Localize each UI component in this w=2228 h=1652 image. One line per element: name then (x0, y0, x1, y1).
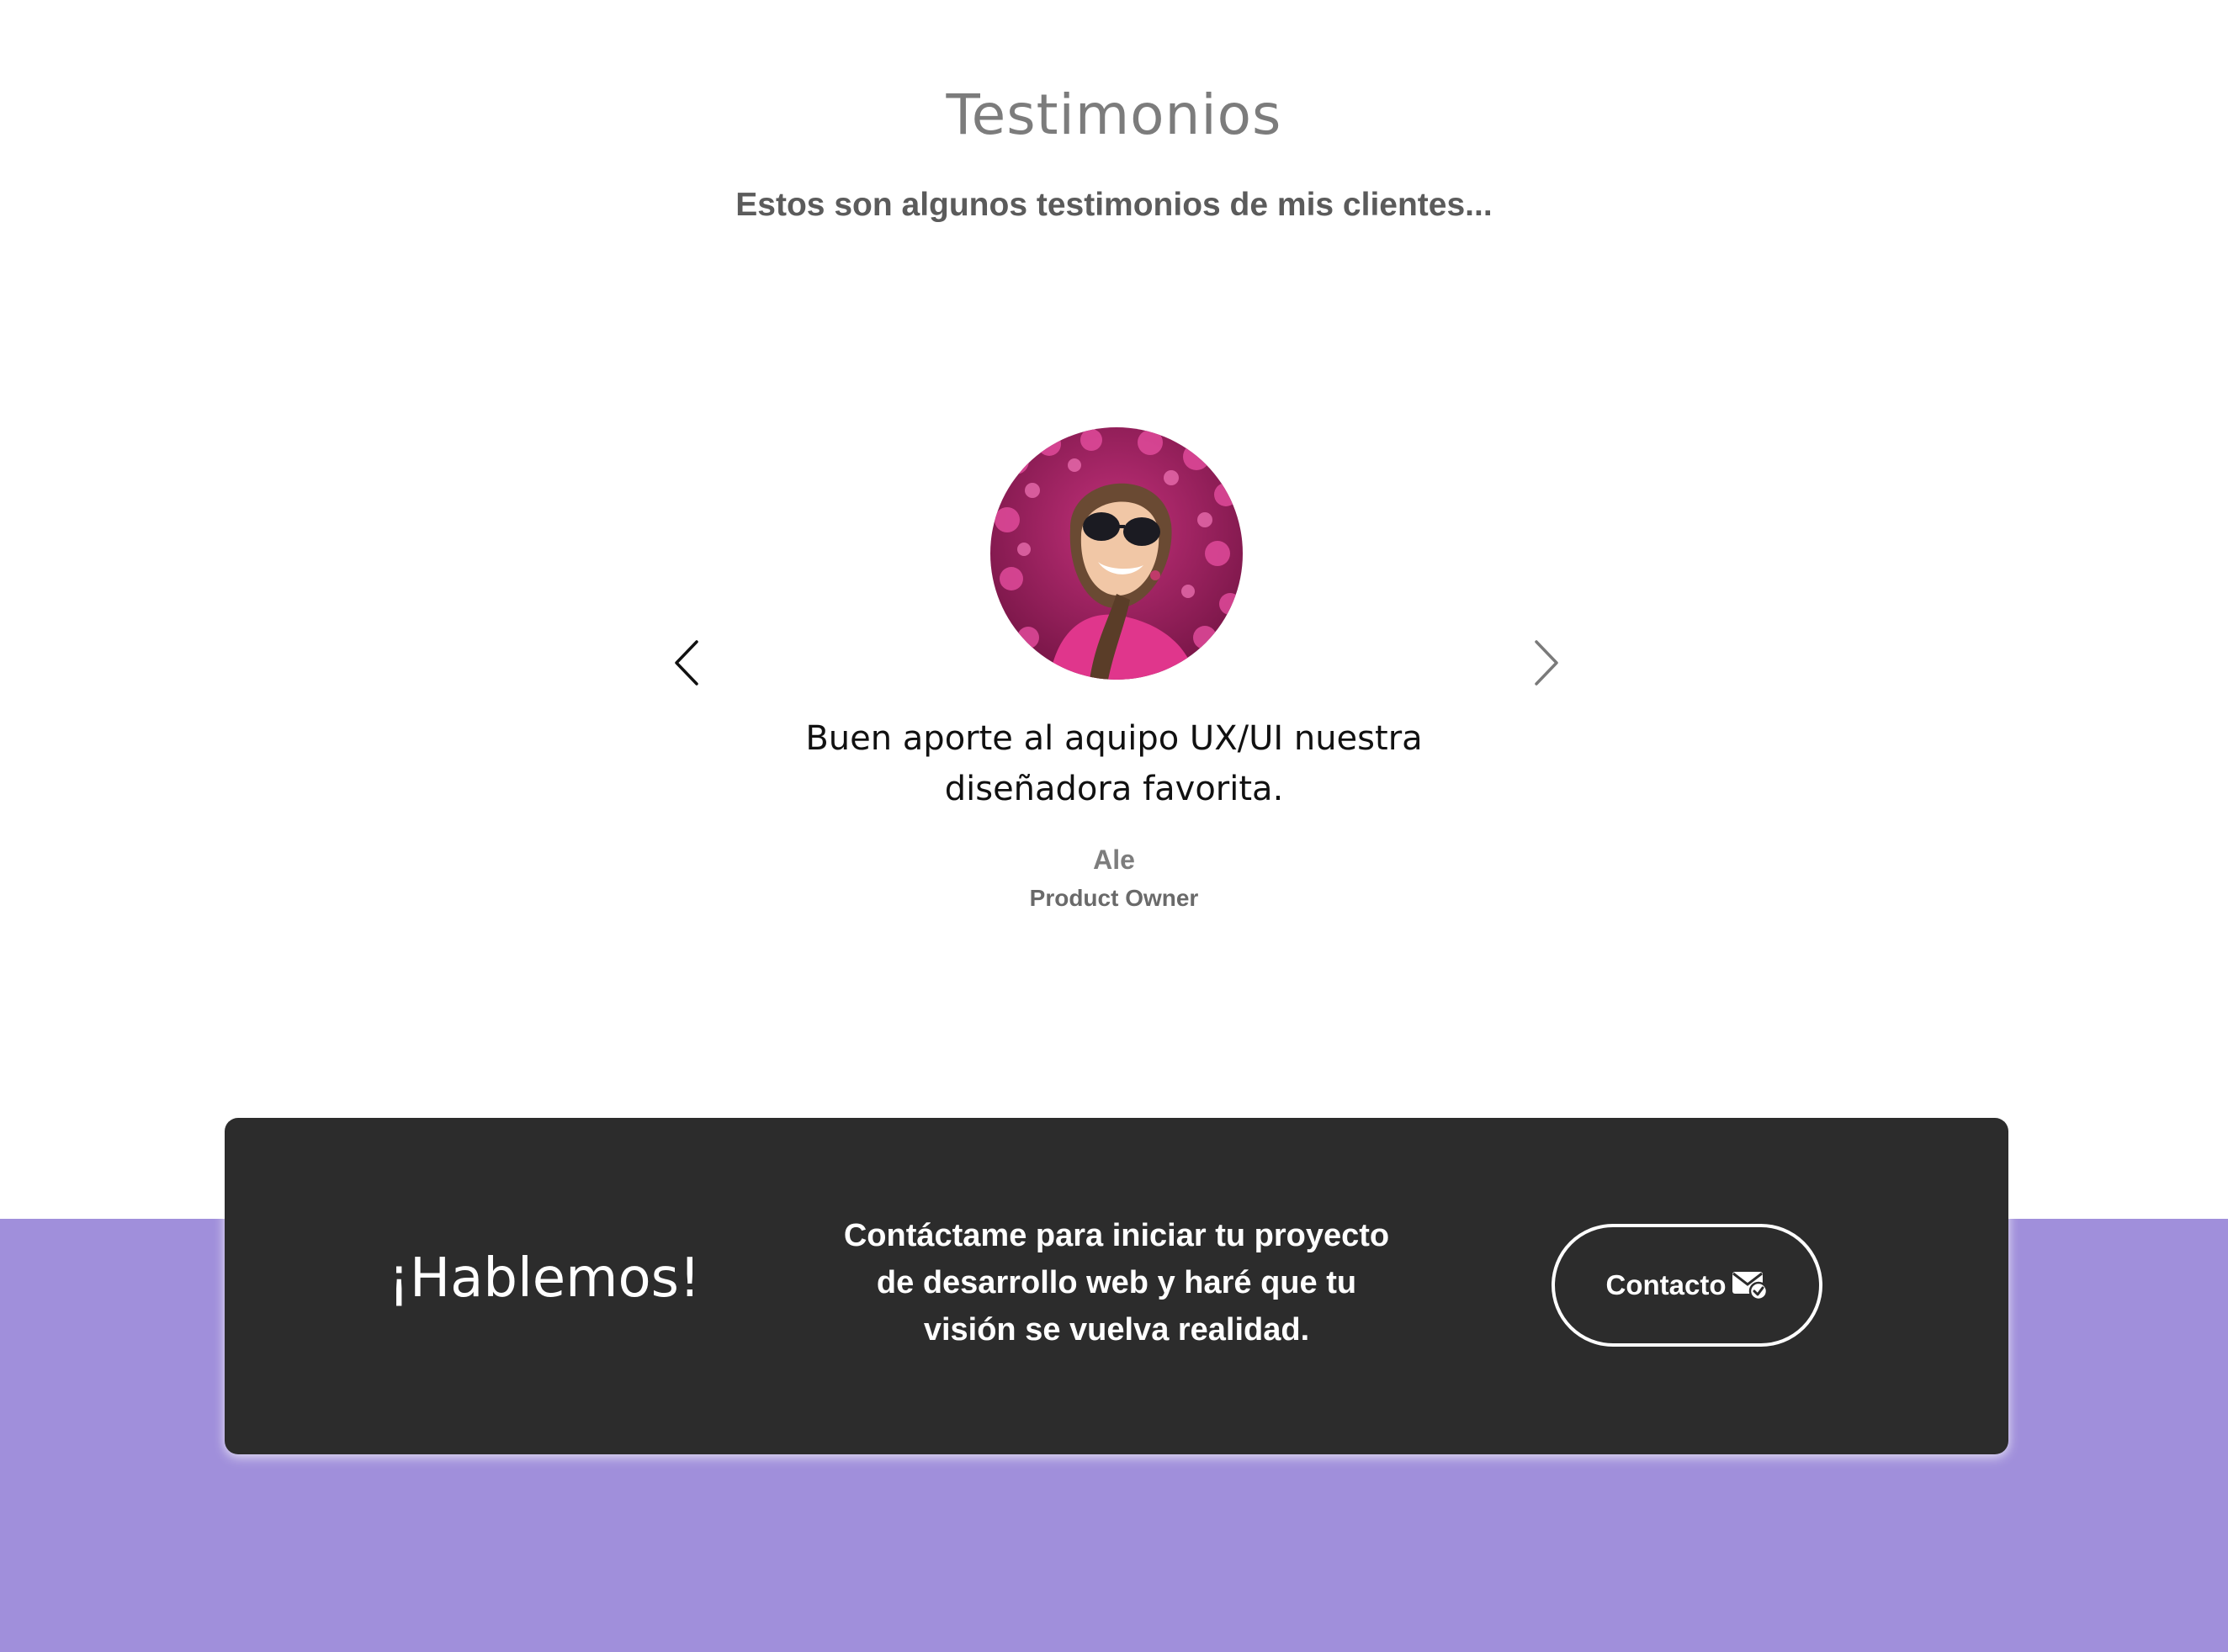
testimonial-quote: Buen aporte al aquipo UX/UI nuestra dise… (805, 719, 1423, 808)
section-subtitle: Estos son algunos testimonios de mis cli… (735, 187, 1493, 223)
cta-description: Contáctame para iniciar tu proyecto de d… (843, 1218, 1390, 1348)
testimonial-author-name: Ale (1093, 845, 1135, 875)
prev-testimonial-button[interactable] (663, 638, 713, 688)
testimonial-avatar (990, 427, 1243, 680)
cta-heading: ¡Hablemos! (388, 1247, 701, 1310)
section-title: Testimonios (946, 82, 1282, 147)
contact-cta-card: ¡Hablemos! Contáctame para iniciar tu pr… (225, 1118, 2008, 1454)
contact-button-label: Contacto (1605, 1269, 1727, 1300)
testimonial-author-role: Product Owner (1029, 885, 1199, 911)
chevron-left-icon (675, 640, 698, 686)
mail-check-icon (1732, 1272, 1768, 1301)
next-testimonial-button[interactable] (1520, 638, 1570, 688)
chevron-right-icon (1535, 640, 1558, 686)
contact-button[interactable]: Contacto (1552, 1224, 1822, 1347)
